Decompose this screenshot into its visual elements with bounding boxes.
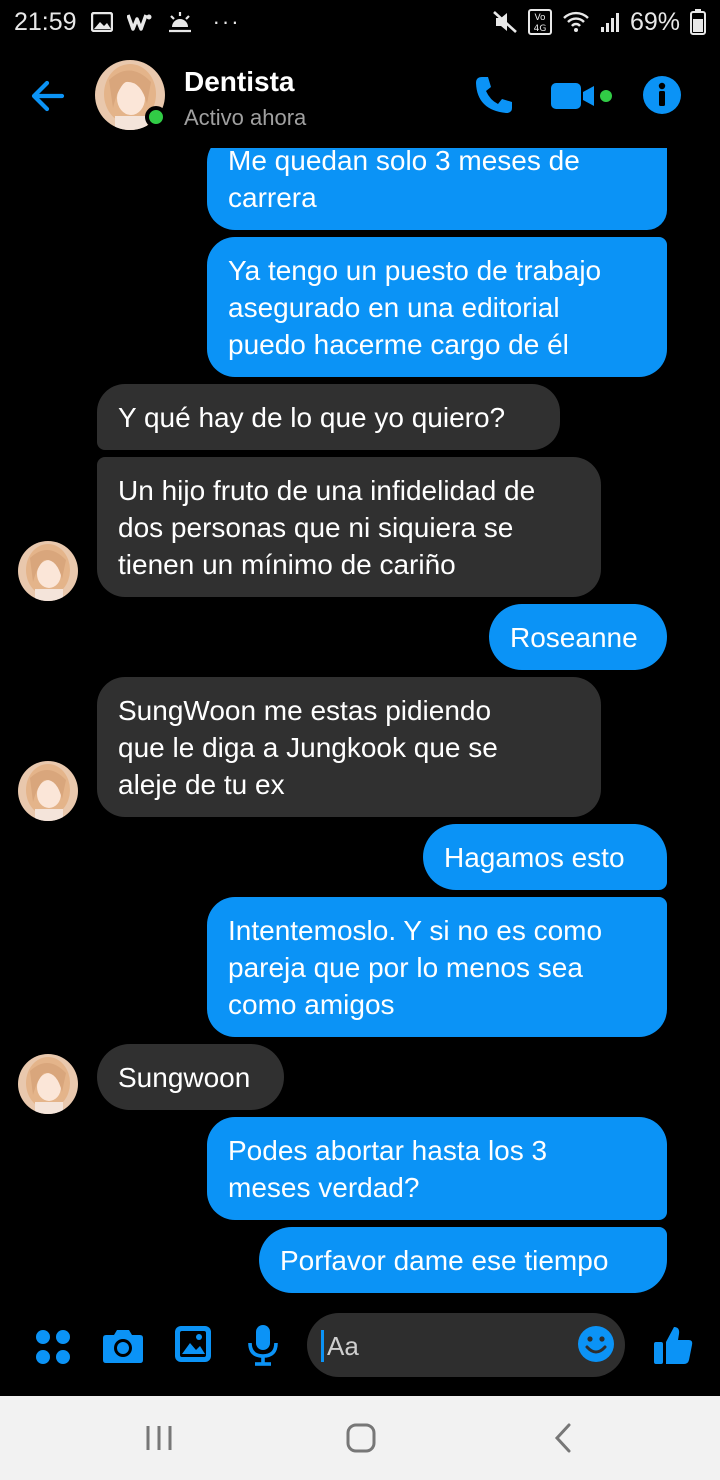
message-line: asegurado en una editorial xyxy=(228,291,560,323)
volte-4g-icon: Vo 4G xyxy=(527,9,552,35)
message-bubble-incoming[interactable]: SungWoon me estas pidiendo que le diga a … xyxy=(97,677,601,817)
recent-apps-button[interactable] xyxy=(143,1420,183,1456)
microphone-icon xyxy=(248,1325,278,1366)
more-actions-button[interactable] xyxy=(34,1328,72,1366)
message-line: Podes abortar hasta los 3 xyxy=(228,1134,548,1166)
message-line: Ya tengo un puesto de trabajo xyxy=(228,254,602,286)
gallery-notification-icon xyxy=(90,12,113,32)
online-indicator xyxy=(145,106,167,128)
emoji-button[interactable] xyxy=(577,1325,615,1363)
message-bubble-outgoing[interactable]: Me quedan solo 3 meses de carrera xyxy=(207,148,667,230)
contact-name[interactable]: Dentista xyxy=(184,66,294,98)
message-line: puedo hacerme cargo de él xyxy=(228,328,569,360)
message-bubble-outgoing[interactable]: Hagamos esto xyxy=(423,824,667,890)
message-bubble-incoming[interactable]: Un hijo fruto de una infidelidad de dos p… xyxy=(97,457,601,597)
call-button[interactable] xyxy=(473,74,515,116)
weather-icon xyxy=(167,11,193,33)
message-bubble-outgoing[interactable]: Roseanne xyxy=(489,604,667,670)
message-line: carrera xyxy=(228,182,317,213)
message-bubble-outgoing[interactable]: Intentemoslo. Y si no es como pareja que … xyxy=(207,897,667,1037)
message-bubble-outgoing[interactable]: Porfavor dame ese tiempo xyxy=(259,1227,667,1293)
signal-icon xyxy=(600,11,620,33)
camera-button[interactable] xyxy=(102,1327,144,1365)
gallery-button[interactable] xyxy=(175,1326,211,1362)
message-line: Me quedan solo 3 meses de xyxy=(228,148,580,176)
message-line: que le diga a Jungkook que se xyxy=(118,731,498,763)
info-button[interactable] xyxy=(642,75,682,115)
video-call-button[interactable] xyxy=(550,80,616,112)
home-button[interactable] xyxy=(343,1420,383,1456)
message-composer: Aa xyxy=(0,1300,720,1396)
sender-avatar[interactable] xyxy=(18,761,78,821)
message-bubble-outgoing[interactable]: Podes abortar hasta los 3 meses verdad? xyxy=(207,1117,667,1220)
four-dots-icon xyxy=(36,1330,70,1364)
status-bar: 21:59 ··· Vo 4G 69% xyxy=(0,0,720,44)
contact-avatar[interactable] xyxy=(95,60,167,130)
image-icon xyxy=(175,1326,211,1362)
status-more: ··· xyxy=(212,9,241,34)
battery-percent: 69% xyxy=(629,7,680,36)
video-camera-icon xyxy=(551,83,612,109)
info-icon xyxy=(643,76,681,114)
message-line: Hagamos esto xyxy=(444,841,625,873)
system-navigation-bar xyxy=(0,1396,720,1480)
recents-icon xyxy=(146,1426,172,1450)
svg-text:Vo: Vo xyxy=(534,13,545,23)
message-bubble-incoming[interactable]: Sungwoon xyxy=(97,1044,284,1110)
message-line: Y qué hay de lo que yo quiero? xyxy=(118,401,506,433)
message-bubble-outgoing[interactable]: Ya tengo un puesto de trabajo asegurado e… xyxy=(207,237,667,377)
message-line: dos personas que ni siquiera se xyxy=(118,511,514,543)
thumbs-up-icon xyxy=(654,1327,693,1364)
battery-icon xyxy=(690,9,706,35)
smiley-icon xyxy=(578,1326,614,1362)
message-line: Porfavor dame ese tiempo xyxy=(280,1244,609,1276)
contact-status: Activo ahora xyxy=(184,105,307,130)
message-line: tienen un mínimo de cariño xyxy=(118,548,456,580)
message-line: SungWoon me estas pidiendo xyxy=(118,694,492,726)
phone-icon xyxy=(476,77,512,113)
text-cursor xyxy=(321,1330,324,1362)
message-line: Sungwoon xyxy=(118,1061,251,1093)
w-app-notification-icon xyxy=(126,12,153,32)
message-line: meses verdad? xyxy=(228,1171,420,1203)
arrow-left-icon xyxy=(31,80,65,112)
message-input[interactable]: Aa xyxy=(307,1313,625,1377)
back-button[interactable] xyxy=(26,74,70,118)
camera-icon xyxy=(103,1330,143,1363)
sender-avatar[interactable] xyxy=(18,541,78,601)
message-line: Intentemoslo. Y si no es como xyxy=(228,914,603,946)
status-time: 21:59 xyxy=(14,7,77,36)
message-input-placeholder: Aa xyxy=(327,1331,359,1361)
conversation-header: Dentista Activo ahora xyxy=(0,44,720,148)
message-line: aleje de tu ex xyxy=(118,768,285,800)
message-line: Roseanne xyxy=(510,621,638,653)
mute-icon xyxy=(492,10,518,34)
message-line: Un hijo fruto de una infidelidad de xyxy=(118,474,536,506)
back-nav-button[interactable] xyxy=(548,1420,588,1456)
sender-avatar[interactable] xyxy=(18,1054,78,1114)
message-bubble-incoming[interactable]: Y qué hay de lo que yo quiero? xyxy=(97,384,560,450)
chevron-left-icon xyxy=(554,1423,571,1453)
message-list[interactable]: Me quedan solo 3 meses de carrera Ya teng… xyxy=(0,148,720,1298)
wifi-icon xyxy=(562,11,590,33)
like-button[interactable] xyxy=(652,1324,694,1366)
message-line: pareja que por lo menos sea xyxy=(228,951,583,983)
voice-message-button[interactable] xyxy=(247,1324,279,1366)
home-icon xyxy=(346,1423,376,1453)
message-line: como amigos xyxy=(228,988,395,1020)
svg-text:4G: 4G xyxy=(534,24,547,34)
